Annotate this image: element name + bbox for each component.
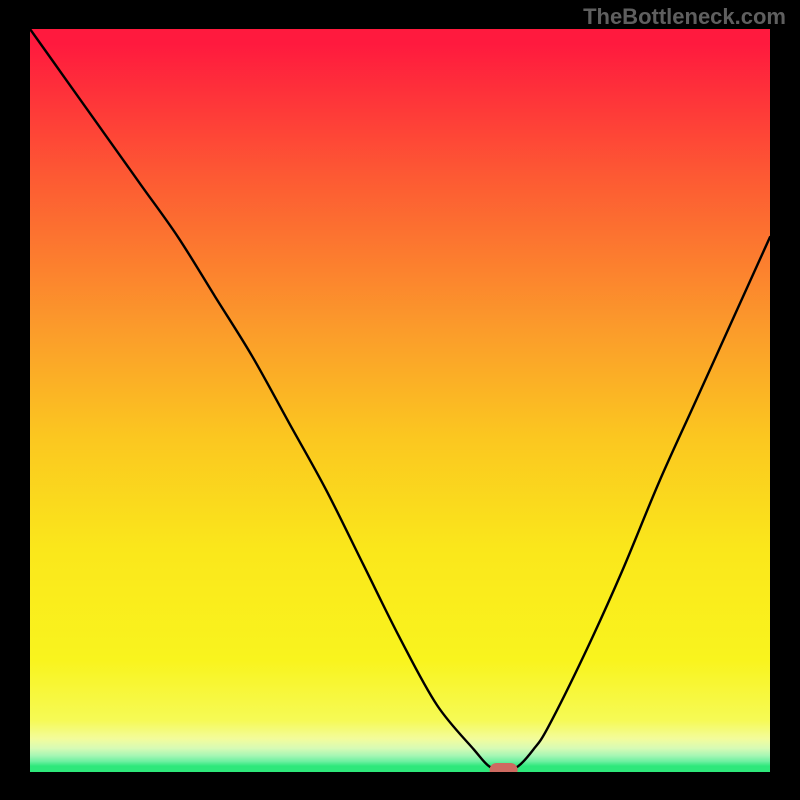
gradient-background [30,29,770,772]
chart-container: TheBottleneck.com [0,0,800,800]
bottleneck-chart [30,29,770,772]
watermark-label: TheBottleneck.com [583,4,786,30]
plot-area [30,29,770,772]
min-marker [490,763,518,772]
